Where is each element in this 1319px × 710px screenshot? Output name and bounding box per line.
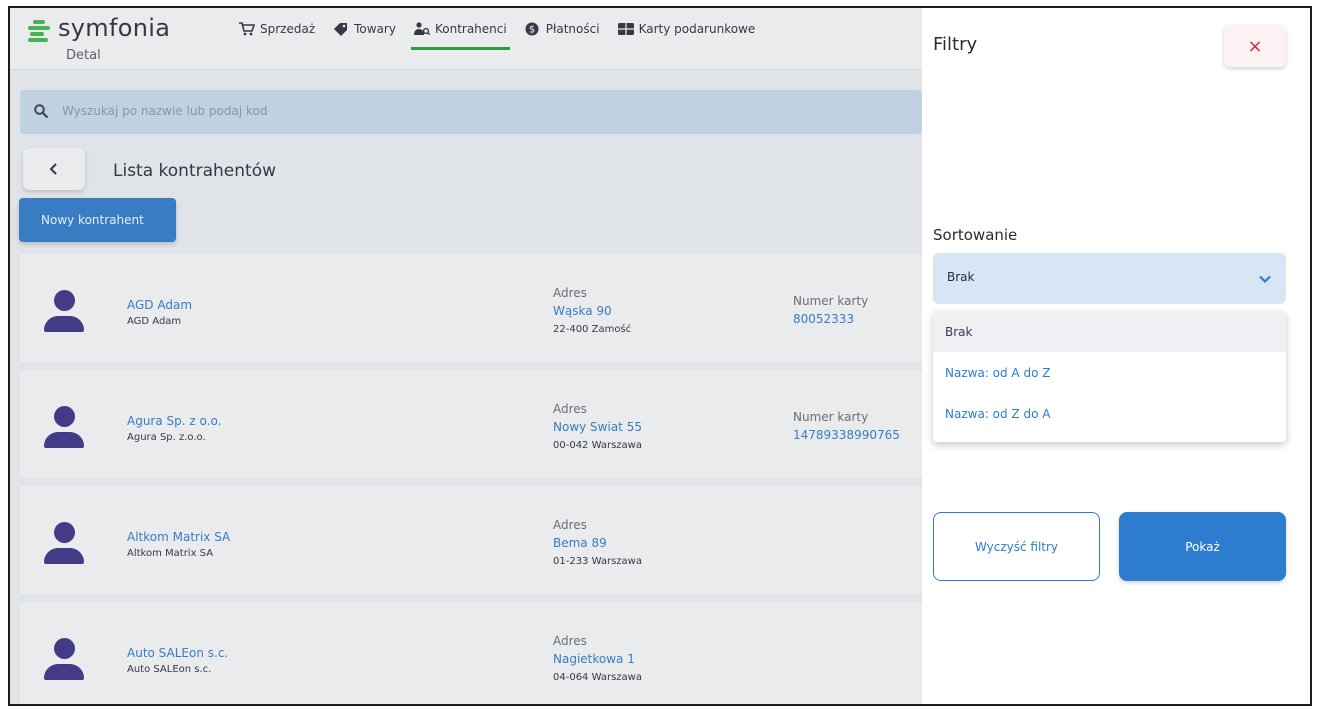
nav-label: Towary bbox=[354, 22, 396, 36]
tag-icon bbox=[333, 22, 349, 36]
address-city: 00-042 Warszawa bbox=[553, 440, 642, 451]
list-item[interactable]: Agura Sp. z o.o. Agura Sp. z.o.o. Adres … bbox=[20, 370, 922, 478]
sort-label: Sortowanie bbox=[933, 226, 1018, 244]
list-item[interactable]: Auto SALEon s.c. Auto SALEon s.c. Adres … bbox=[20, 602, 922, 704]
nav-item-towary[interactable]: Towary bbox=[324, 8, 405, 60]
nav-item-platnosci[interactable]: $ Płatności bbox=[516, 8, 609, 60]
contractor-subname: Agura Sp. z.o.o. bbox=[127, 432, 206, 443]
close-button[interactable]: × bbox=[1224, 25, 1286, 67]
sort-option-none[interactable]: Brak bbox=[933, 311, 1286, 352]
nav-label: Płatności bbox=[545, 22, 600, 36]
sort-select[interactable]: Brak bbox=[933, 253, 1286, 304]
nav-item-sprzedaz[interactable]: Sprzedaż bbox=[230, 8, 324, 60]
nav-label: Kontrahenci bbox=[434, 22, 507, 36]
address-city: 04-064 Warszawa bbox=[553, 672, 642, 683]
contacts-icon bbox=[413, 22, 431, 36]
svg-text:$: $ bbox=[529, 25, 535, 36]
new-contractor-button[interactable]: Nowy kontrahent bbox=[19, 198, 176, 242]
gift-card-icon bbox=[617, 22, 634, 36]
contractor-subname: Altkom Matrix SA bbox=[127, 548, 214, 559]
address-label: Adres bbox=[553, 634, 587, 648]
logo-text: symfonia bbox=[58, 14, 171, 42]
list-item[interactable]: Altkom Matrix SA Altkom Matrix SA Adres … bbox=[20, 486, 922, 594]
address-city: 22-400 Zamość bbox=[553, 324, 632, 335]
sort-option-name-asc[interactable]: Nazwa: od A do Z bbox=[933, 352, 1286, 393]
nav-item-kontrahenci[interactable]: Kontrahenci bbox=[405, 8, 516, 60]
chevron-left-icon bbox=[49, 160, 59, 179]
main-area: symfonia Detal Sprzedaż Towary Kontrahen… bbox=[10, 8, 922, 704]
address-label: Adres bbox=[553, 402, 587, 416]
dollar-icon: $ bbox=[525, 22, 541, 36]
address-label: Adres bbox=[553, 286, 587, 300]
card-number: 80052333 bbox=[793, 312, 855, 326]
sort-option-name-desc[interactable]: Nazwa: od Z do A bbox=[933, 393, 1286, 434]
clear-filters-button[interactable]: Wyczyść filtry bbox=[933, 512, 1100, 581]
address-street: Wąska 90 bbox=[553, 304, 612, 318]
address-street: Bema 89 bbox=[553, 536, 607, 550]
search-placeholder: Wyszukaj po nazwie lub podaj kod bbox=[62, 104, 268, 118]
chevron-down-icon bbox=[1258, 271, 1272, 285]
contractor-list: AGD Adam AGD Adam Adres Wąska 90 22-400 … bbox=[20, 254, 922, 704]
address-label: Adres bbox=[553, 518, 587, 532]
card-number-label: Numer karty bbox=[793, 294, 869, 308]
filters-title: Filtry bbox=[933, 34, 978, 55]
person-icon bbox=[44, 638, 84, 682]
top-navigation-bar: symfonia Detal Sprzedaż Towary Kontrahen… bbox=[10, 8, 922, 70]
person-icon bbox=[44, 406, 84, 450]
contractor-name: Agura Sp. z o.o. bbox=[127, 414, 222, 428]
nav-item-karty-podarunkowe[interactable]: Karty podarunkowe bbox=[609, 8, 765, 60]
contractor-name: Altkom Matrix SA bbox=[127, 530, 231, 544]
list-item[interactable]: AGD Adam AGD Adam Adres Wąska 90 22-400 … bbox=[20, 254, 922, 362]
back-button[interactable] bbox=[23, 148, 85, 190]
person-icon bbox=[44, 522, 84, 566]
address-street: Nagietkowa 1 bbox=[553, 652, 635, 666]
sort-dropdown-menu: Brak Nazwa: od A do Z Nazwa: od Z do A bbox=[933, 311, 1286, 442]
contractor-name: Auto SALEon s.c. bbox=[127, 646, 229, 660]
symfonia-logo-icon bbox=[28, 20, 50, 44]
sort-selected-value: Brak bbox=[947, 270, 975, 284]
card-number-label: Numer karty bbox=[793, 410, 869, 424]
close-icon: × bbox=[1247, 35, 1263, 57]
nav-label: Karty podarunkowe bbox=[638, 22, 756, 36]
search-icon bbox=[34, 103, 48, 118]
nav-label: Sprzedaż bbox=[260, 22, 316, 36]
logo-subtitle: Detal bbox=[66, 48, 101, 63]
contractor-subname: AGD Adam bbox=[127, 316, 182, 327]
show-button[interactable]: Pokaż bbox=[1119, 512, 1286, 581]
person-icon bbox=[44, 290, 84, 334]
address-city: 01-233 Warszawa bbox=[553, 556, 642, 567]
page-title: Lista kontrahentów bbox=[113, 161, 277, 181]
card-number: 14789338990765 bbox=[793, 428, 900, 442]
filters-panel: Filtry × Sortowanie Brak Brak Nazwa: od … bbox=[922, 8, 1310, 704]
cart-icon bbox=[239, 22, 256, 36]
address-street: Nowy Swiat 55 bbox=[553, 420, 642, 434]
app-window: symfonia Detal Sprzedaż Towary Kontrahen… bbox=[8, 6, 1312, 706]
contractor-name: AGD Adam bbox=[127, 298, 193, 312]
search-input[interactable]: Wyszukaj po nazwie lub podaj kod bbox=[20, 90, 922, 134]
contractor-subname: Auto SALEon s.c. bbox=[127, 664, 212, 675]
main-nav: Sprzedaż Towary Kontrahenci $ Płatności … bbox=[230, 8, 764, 70]
